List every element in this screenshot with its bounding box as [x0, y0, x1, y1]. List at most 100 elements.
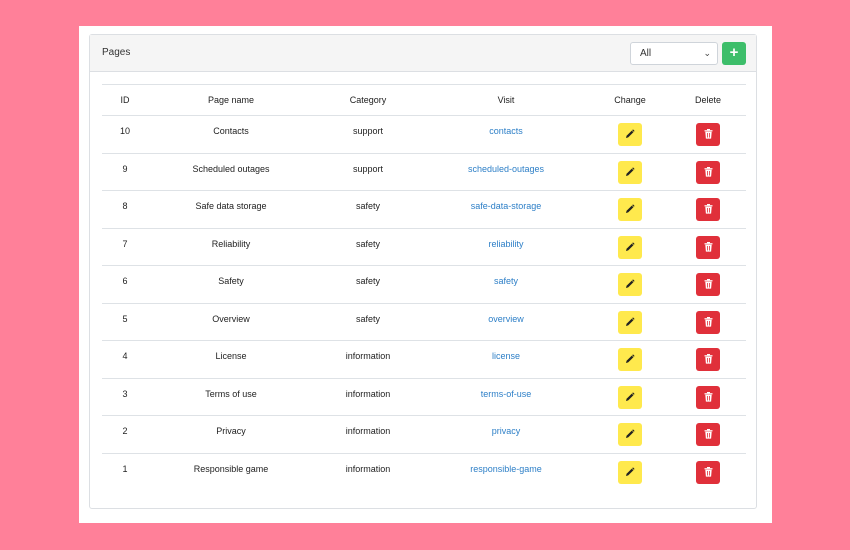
edit-button[interactable]: [618, 198, 642, 221]
trash-icon: [704, 316, 712, 327]
pencil-icon: [626, 166, 635, 176]
cell-id: 8: [102, 190, 148, 229]
header-change: Change: [590, 84, 670, 116]
edit-button[interactable]: [618, 423, 642, 446]
cell-change: [590, 303, 670, 341]
cell-change: [590, 340, 670, 379]
pages-table: ID Page name Category Visit Change Delet…: [102, 84, 746, 490]
header-id: ID: [102, 84, 148, 116]
edit-button[interactable]: [618, 273, 642, 296]
table-row: 9 Scheduled outages support scheduled-outag…: [102, 153, 746, 191]
cell-page-name: Reliability: [148, 228, 314, 266]
cell-category: safety: [314, 228, 422, 266]
trash-icon: [704, 204, 712, 214]
cell-delete: [670, 303, 746, 341]
visit-link[interactable]: contacts: [422, 116, 590, 136]
edit-button[interactable]: [618, 385, 642, 409]
cell-visit: privacy: [422, 415, 590, 454]
delete-button[interactable]: [696, 235, 720, 259]
pencil-icon: [626, 129, 635, 139]
table-row: 7 Reliability safety reliability: [102, 228, 746, 266]
cell-page-name: Responsible game: [193, 463, 269, 474]
cell-page-name: Safe data storage: [148, 190, 314, 229]
table-row: 2 Privacy information privacy: [102, 415, 746, 454]
visit-link[interactable]: responsible-game: [422, 454, 590, 474]
cell-delete: [670, 415, 746, 454]
cell-delete: [670, 453, 746, 490]
cell-category: information: [345, 463, 391, 474]
category-filter-select[interactable]: All ⌄: [630, 42, 718, 65]
cell-visit: reliability: [422, 228, 590, 266]
cell-category: safety: [314, 190, 422, 229]
delete-button[interactable]: [696, 273, 720, 296]
table-row: 10 Contacts support contacts: [102, 115, 746, 154]
cell-visit: overview: [422, 303, 590, 341]
cell-id: 5: [102, 303, 148, 341]
visit-link[interactable]: scheduled-outages: [422, 154, 590, 174]
cell-id: 4: [102, 340, 148, 379]
cell-page-name: Contacts: [148, 115, 314, 154]
delete-button[interactable]: [696, 385, 720, 409]
visit-link[interactable]: terms-of-use: [422, 379, 590, 399]
pencil-icon: [626, 429, 635, 439]
cell-category: information: [314, 415, 422, 454]
add-page-button[interactable]: +: [722, 42, 746, 65]
header-delete: Delete: [670, 84, 746, 116]
delete-button[interactable]: [696, 460, 720, 484]
header-category: Category: [314, 84, 422, 116]
table-row: 6 Safety safety safety: [102, 265, 746, 304]
pencil-icon: [626, 204, 635, 214]
cell-page-name: Overview: [148, 303, 314, 341]
cell-change: [590, 228, 670, 266]
header-page-name: Page name: [148, 84, 314, 116]
delete-button[interactable]: [696, 160, 720, 184]
card-header: Pages All ⌄ +: [90, 35, 756, 72]
edit-button[interactable]: [618, 123, 642, 146]
visit-link[interactable]: privacy: [422, 416, 590, 436]
delete-button[interactable]: [696, 198, 720, 221]
cell-id: 1: [122, 463, 128, 474]
visit-link[interactable]: reliability: [422, 229, 590, 249]
chevron-down-icon: ⌄: [703, 48, 711, 58]
cell-id: 3: [102, 378, 148, 416]
trash-icon: [704, 166, 712, 177]
cell-visit: responsible-game: [422, 453, 590, 490]
edit-button[interactable]: [618, 235, 642, 259]
trash-icon: [704, 354, 712, 364]
cell-delete: [670, 378, 746, 416]
cell-visit: contacts: [422, 115, 590, 154]
cell-category: support: [314, 153, 422, 191]
pencil-icon: [626, 316, 635, 326]
visit-link[interactable]: safety: [422, 266, 590, 286]
cell-page-name: Scheduled outages: [148, 153, 314, 191]
visit-link[interactable]: overview: [422, 304, 590, 324]
table-row: 8 Safe data storage safety safe-data-storag…: [102, 190, 746, 229]
edit-button[interactable]: [618, 348, 642, 371]
edit-button[interactable]: [618, 160, 642, 184]
delete-button[interactable]: [696, 123, 720, 146]
pencil-icon: [626, 241, 635, 251]
cell-visit: terms-of-use: [422, 378, 590, 416]
delete-button[interactable]: [696, 423, 720, 446]
page-frame: Pages All ⌄ + ID Page name Category Visi…: [79, 26, 772, 523]
cell-category: support: [314, 115, 422, 154]
visit-link[interactable]: safe-data-storage: [422, 191, 590, 211]
cell-change: [590, 378, 670, 416]
edit-button[interactable]: [618, 310, 642, 334]
cell-id: 9: [102, 153, 148, 191]
plus-icon: +: [729, 44, 739, 61]
table-row: 4 License information license: [102, 340, 746, 379]
edit-button[interactable]: [618, 460, 642, 484]
cell-page-name: Terms of use: [148, 378, 314, 416]
pencil-icon: [626, 354, 635, 364]
cell-visit: safety: [422, 265, 590, 304]
delete-button[interactable]: [696, 310, 720, 334]
filter-selected-value: All: [640, 48, 652, 59]
trash-icon: [704, 241, 712, 252]
pencil-icon: [626, 391, 635, 401]
trash-icon: [704, 279, 712, 289]
visit-link[interactable]: license: [422, 341, 590, 361]
cell-delete: [670, 153, 746, 191]
delete-button[interactable]: [696, 348, 720, 371]
cell-change: [590, 115, 670, 154]
